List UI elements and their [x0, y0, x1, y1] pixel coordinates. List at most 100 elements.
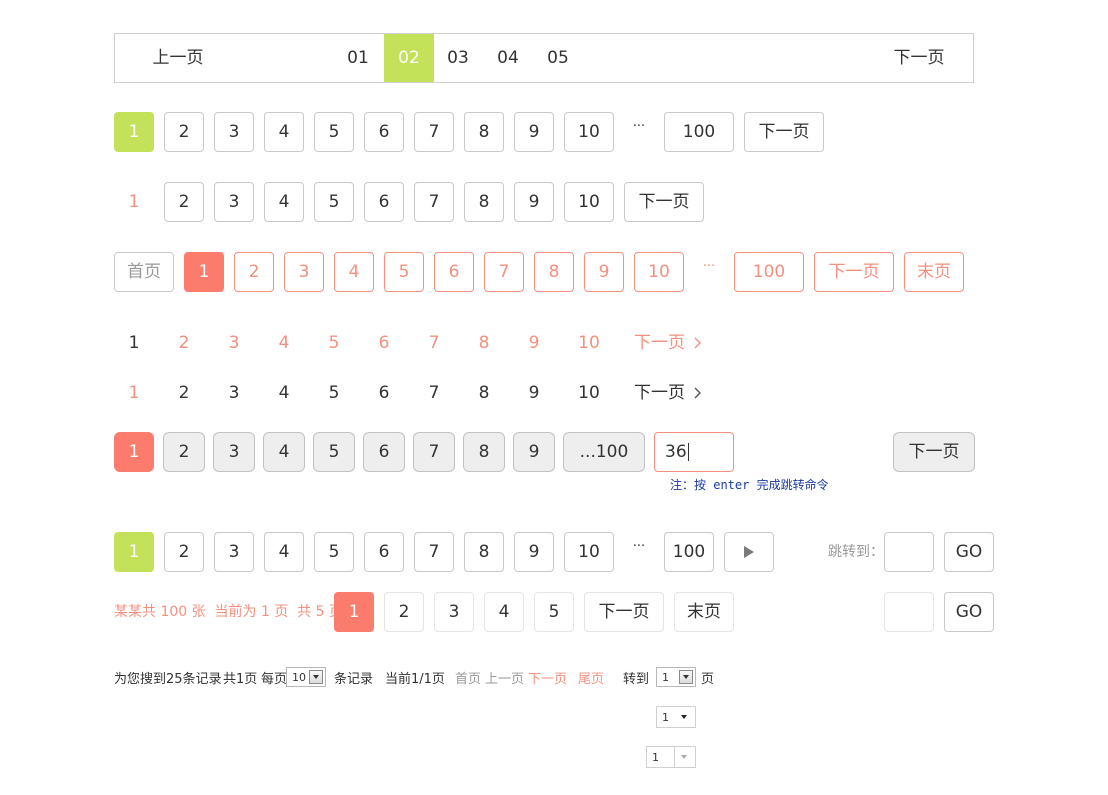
prev-page-link[interactable]: 上一页: [145, 38, 211, 78]
last-page-button[interactable]: 末页: [674, 592, 734, 632]
page-button-4[interactable]: 4: [264, 182, 304, 222]
page-button-10[interactable]: 10: [564, 182, 614, 222]
first-page-button[interactable]: 首页: [114, 252, 174, 292]
page-button-4[interactable]: 4: [264, 112, 304, 152]
page-button-1-current[interactable]: 1: [334, 592, 374, 632]
page-button-8[interactable]: 8: [464, 182, 504, 222]
page-button-3[interactable]: 3: [214, 182, 254, 222]
page-button-1-current[interactable]: 1: [114, 532, 154, 572]
next-page-link[interactable]: 下一页: [886, 38, 952, 78]
per-page-select[interactable]: 10: [286, 667, 326, 687]
page-link-10[interactable]: 10: [564, 323, 614, 363]
page-button-10[interactable]: 10: [564, 112, 614, 152]
page-link-10[interactable]: 10: [564, 373, 614, 413]
page-link-8[interactable]: 8: [464, 323, 504, 363]
page-link-01[interactable]: 01: [338, 38, 378, 78]
page-link-8[interactable]: 8: [464, 373, 504, 413]
page-link-6[interactable]: 6: [364, 323, 404, 363]
page-button-2[interactable]: 2: [164, 532, 204, 572]
page-button-1-current[interactable]: 1: [184, 252, 224, 292]
page-button-2[interactable]: 2: [164, 112, 204, 152]
page-link-1-current[interactable]: 1: [114, 323, 154, 363]
page-link-5[interactable]: 5: [314, 373, 354, 413]
page-button-5[interactable]: 5: [384, 252, 424, 292]
page-button-100[interactable]: 100: [734, 252, 804, 292]
page-link-5[interactable]: 5: [314, 323, 354, 363]
page-button-8[interactable]: 8: [463, 432, 505, 472]
goto-page-select[interactable]: 1: [656, 667, 696, 687]
page-button-8[interactable]: 8: [464, 112, 504, 152]
page-button-3[interactable]: 3: [284, 252, 324, 292]
prev-page-link[interactable]: 上一页: [485, 667, 524, 687]
page-button-9[interactable]: 9: [514, 182, 554, 222]
next-page-button[interactable]: 下一页: [814, 252, 894, 292]
page-button-6[interactable]: 6: [363, 432, 405, 472]
page-button-5[interactable]: 5: [314, 182, 354, 222]
page-link-02-current[interactable]: 02: [384, 34, 434, 82]
last-page-link[interactable]: 尾页: [578, 667, 604, 687]
page-button-8[interactable]: 8: [534, 252, 574, 292]
page-button-9[interactable]: 9: [514, 112, 554, 152]
page-link-2[interactable]: 2: [164, 373, 204, 413]
page-button-4[interactable]: 4: [334, 252, 374, 292]
page-button-7[interactable]: 7: [413, 432, 455, 472]
page-button-7[interactable]: 7: [414, 112, 454, 152]
page-button-4[interactable]: 4: [484, 592, 524, 632]
page-link-1-current[interactable]: 1: [114, 373, 154, 413]
page-button-7[interactable]: 7: [414, 182, 454, 222]
page-link-04[interactable]: 04: [488, 38, 528, 78]
last-page-button[interactable]: 末页: [904, 252, 964, 292]
jump-page-input[interactable]: [884, 532, 934, 572]
next-page-link[interactable]: 下一页: [528, 667, 567, 687]
page-link-1-current[interactable]: 1: [114, 182, 154, 222]
next-page-button[interactable]: 下一页: [893, 432, 975, 472]
page-button-2[interactable]: 2: [163, 432, 205, 472]
page-button-6[interactable]: 6: [364, 182, 404, 222]
page-select-styled[interactable]: 1: [656, 706, 696, 728]
page-button-2[interactable]: 2: [384, 592, 424, 632]
page-button-5[interactable]: 5: [534, 592, 574, 632]
page-link-4[interactable]: 4: [264, 323, 304, 363]
first-page-link[interactable]: 首页: [455, 667, 481, 687]
next-page-button[interactable]: 下一页: [744, 112, 824, 152]
page-button-3[interactable]: 3: [213, 432, 255, 472]
page-button-100[interactable]: ...100: [563, 432, 645, 472]
page-link-9[interactable]: 9: [514, 373, 554, 413]
page-link-6[interactable]: 6: [364, 373, 404, 413]
page-link-4[interactable]: 4: [264, 373, 304, 413]
page-button-2[interactable]: 2: [234, 252, 274, 292]
page-button-3[interactable]: 3: [214, 112, 254, 152]
page-button-4[interactable]: 4: [263, 432, 305, 472]
page-button-3[interactable]: 3: [214, 532, 254, 572]
page-button-6[interactable]: 6: [364, 112, 404, 152]
next-page-button[interactable]: 下一页: [584, 592, 664, 632]
page-button-1-current[interactable]: 1: [114, 112, 154, 152]
page-button-7[interactable]: 7: [484, 252, 524, 292]
page-link-9[interactable]: 9: [514, 323, 554, 363]
page-link-3[interactable]: 3: [214, 373, 254, 413]
page-button-9[interactable]: 9: [514, 532, 554, 572]
page-button-8[interactable]: 8: [464, 532, 504, 572]
jump-page-input[interactable]: 36: [654, 432, 734, 472]
page-button-1-current[interactable]: 1: [114, 432, 154, 472]
jump-page-input[interactable]: [884, 592, 934, 632]
page-button-100[interactable]: 100: [664, 112, 734, 152]
page-button-9[interactable]: 9: [513, 432, 555, 472]
page-button-6[interactable]: 6: [364, 532, 404, 572]
page-button-2[interactable]: 2: [164, 182, 204, 222]
page-link-7[interactable]: 7: [414, 373, 454, 413]
page-button-9[interactable]: 9: [584, 252, 624, 292]
next-page-button[interactable]: 下一页: [624, 182, 704, 222]
page-button-6[interactable]: 6: [434, 252, 474, 292]
page-link-2[interactable]: 2: [164, 323, 204, 363]
page-link-03[interactable]: 03: [438, 38, 478, 78]
next-page-link[interactable]: 下一页: [634, 323, 714, 363]
go-button[interactable]: GO: [944, 592, 994, 632]
page-button-5[interactable]: 5: [314, 112, 354, 152]
next-page-link[interactable]: 下一页: [634, 373, 714, 413]
next-arrow-button[interactable]: [724, 532, 774, 572]
page-link-3[interactable]: 3: [214, 323, 254, 363]
page-link-7[interactable]: 7: [414, 323, 454, 363]
page-button-7[interactable]: 7: [414, 532, 454, 572]
page-button-10[interactable]: 10: [634, 252, 684, 292]
